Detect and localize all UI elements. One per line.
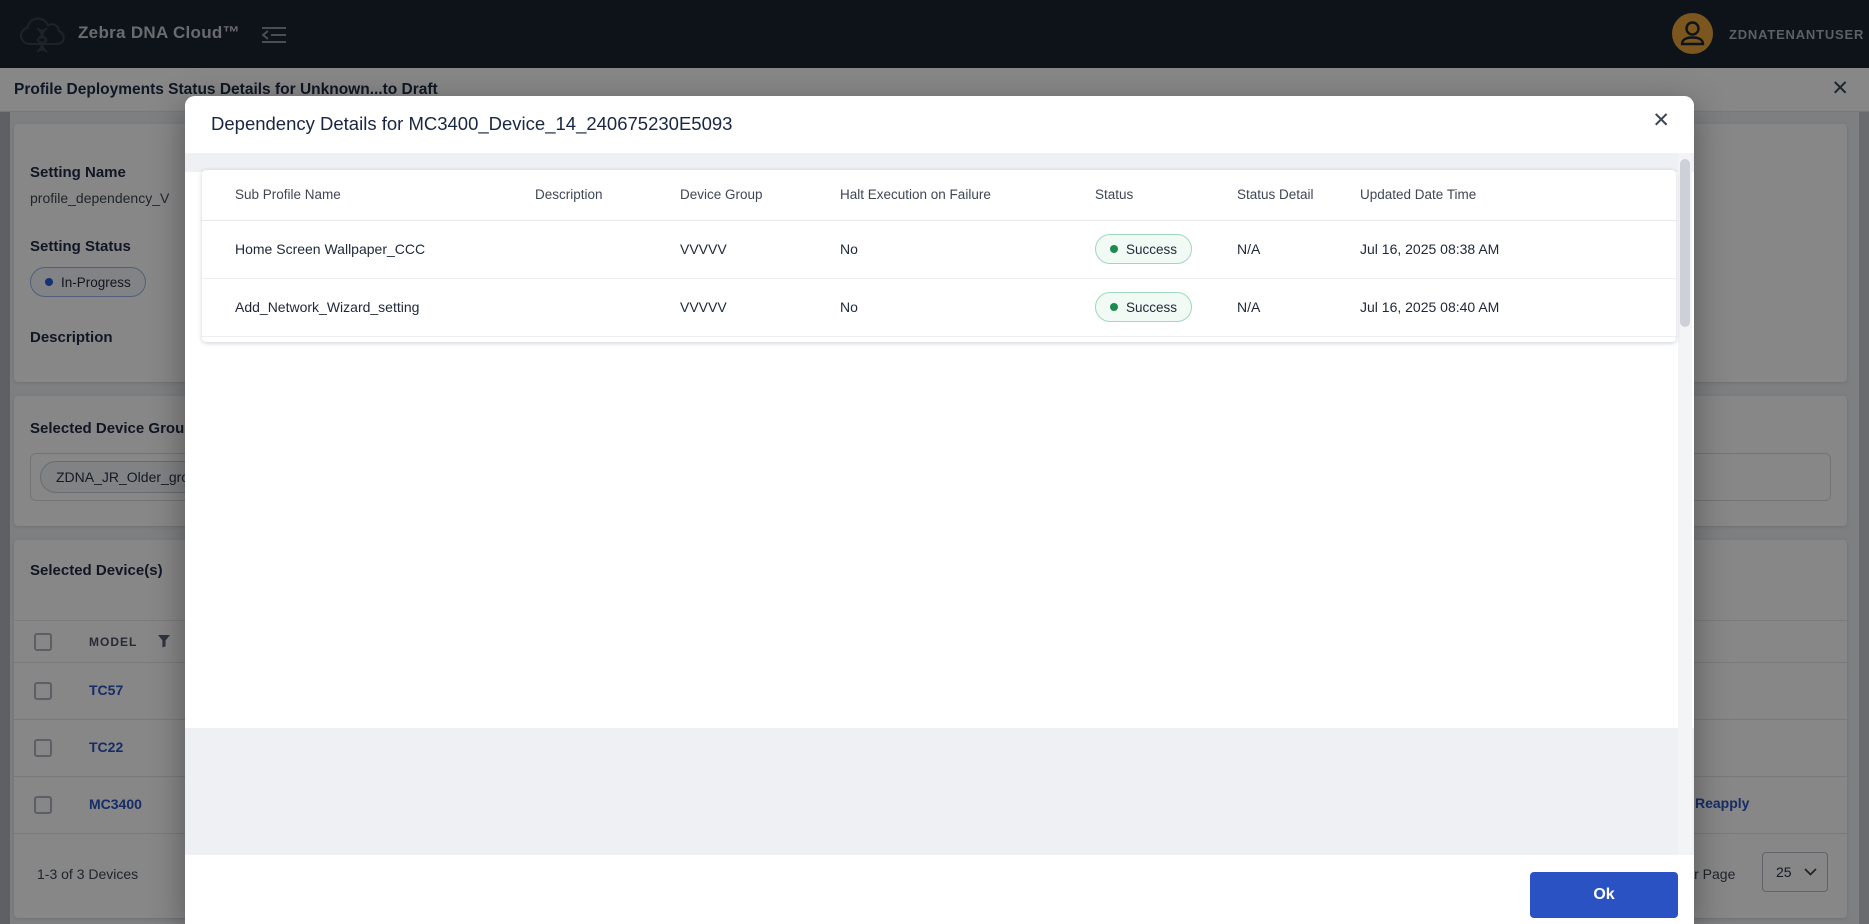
col-status: Status [1062,170,1204,221]
green-dot-icon [1110,303,1118,311]
cell-status-detail: N/A [1204,220,1327,279]
modal-title: Dependency Details for MC3400_Device_14_… [211,113,733,134]
dependency-table: Sub Profile Name Description Device Grou… [202,170,1676,337]
cell-status: Success [1062,220,1204,279]
modal-body-band-bottom [185,728,1694,855]
cell-updated: Jul 16, 2025 08:40 AM [1327,278,1676,337]
cell-device-group: VVVVV [647,220,807,279]
modal-scrollbar-track[interactable] [1678,153,1692,855]
cell-halt: No [807,220,1062,279]
col-updated-date-time: Updated Date Time [1327,170,1676,221]
modal-header: Dependency Details for MC3400_Device_14_… [185,96,1694,153]
col-sub-profile-name: Sub Profile Name [202,170,502,221]
col-description: Description [502,170,647,221]
table-row: Home Screen Wallpaper_CCC VVVVV No Succe… [202,220,1676,279]
cell-halt: No [807,278,1062,337]
cell-status-detail: N/A [1204,278,1327,337]
green-dot-icon [1110,245,1118,253]
modal-close-icon[interactable]: ✕ [1652,110,1670,131]
cell-sub-profile-name: Home Screen Wallpaper_CCC [202,220,502,279]
dependency-table-card: Sub Profile Name Description Device Grou… [202,170,1676,342]
status-badge-success: Success [1095,234,1193,264]
modal-scrollbar-thumb[interactable] [1680,159,1690,327]
status-badge-success: Success [1095,292,1193,322]
modal-footer: Ok [185,855,1694,924]
ok-button[interactable]: Ok [1530,872,1678,918]
col-halt-execution: Halt Execution on Failure [807,170,1062,221]
cell-device-group: VVVVV [647,278,807,337]
status-badge-label: Success [1126,241,1178,257]
screen: Zebra DNA Cloud™ ZDNATENANTUSER Profile … [0,0,1869,924]
cell-description [502,278,647,337]
cell-description [502,220,647,279]
cell-status: Success [1062,278,1204,337]
dependency-table-header-row: Sub Profile Name Description Device Grou… [202,170,1676,221]
status-badge-label: Success [1126,299,1178,315]
cell-sub-profile-name: Add_Network_Wizard_setting [202,278,502,337]
col-device-group: Device Group [647,170,807,221]
col-status-detail: Status Detail [1204,170,1327,221]
table-row: Add_Network_Wizard_setting VVVVV No Succ… [202,278,1676,337]
cell-updated: Jul 16, 2025 08:38 AM [1327,220,1676,279]
dependency-details-modal: Dependency Details for MC3400_Device_14_… [185,96,1694,924]
